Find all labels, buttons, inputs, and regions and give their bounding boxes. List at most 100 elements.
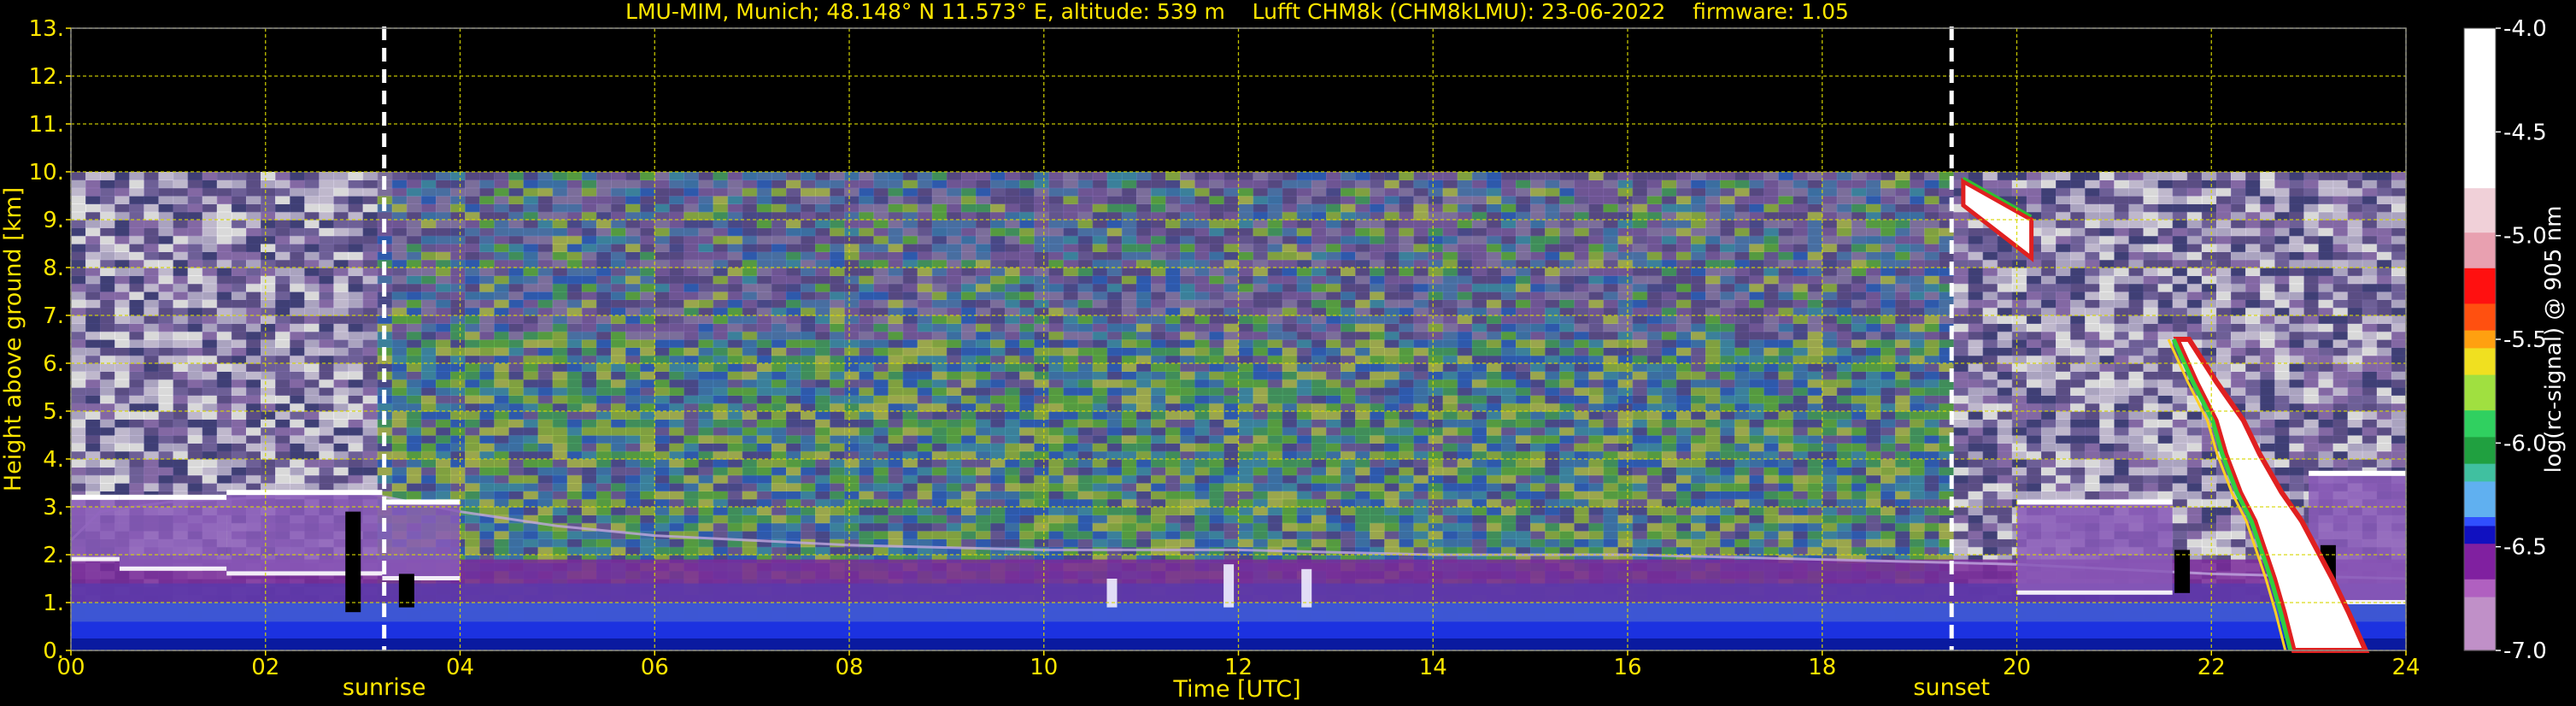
backscatter-cell <box>508 283 525 292</box>
backscatter-cell <box>362 299 378 309</box>
backscatter-cell <box>960 275 977 285</box>
backscatter-cell <box>144 467 160 476</box>
backscatter-cell <box>844 172 860 180</box>
backscatter-cell <box>1019 244 1035 252</box>
backscatter-cell <box>902 371 918 380</box>
backscatter-cell <box>1005 220 1020 228</box>
backscatter-cell <box>684 507 700 515</box>
backscatter-cell <box>114 235 130 244</box>
backscatter-cell <box>362 235 378 244</box>
backscatter-cell <box>654 315 670 324</box>
backscatter-cell <box>319 387 335 396</box>
backscatter-cell <box>1077 387 1094 396</box>
backscatter-cell <box>771 427 787 436</box>
backscatter-cell <box>231 419 247 428</box>
backscatter-cell <box>216 427 232 436</box>
backscatter-cell <box>888 507 904 515</box>
backscatter-cell <box>290 443 305 452</box>
backscatter-cell <box>785 259 801 268</box>
backscatter-cell <box>1121 435 1137 444</box>
backscatter-cell <box>1005 211 1020 221</box>
backscatter-cell <box>1194 291 1210 300</box>
backscatter-cell <box>1063 395 1079 404</box>
backscatter-cell <box>844 531 860 539</box>
backscatter-cell <box>1034 443 1050 452</box>
backscatter-cell <box>420 307 437 316</box>
backscatter-cell <box>654 515 670 524</box>
backscatter-cell <box>1106 268 1123 276</box>
backscatter-cell <box>1005 251 1020 261</box>
backscatter-cell <box>1151 291 1166 300</box>
backscatter-cell <box>1151 331 1166 340</box>
backscatter-cell <box>114 187 130 197</box>
backscatter-cell <box>1165 403 1181 412</box>
backscatter-cell <box>144 403 160 412</box>
backscatter-cell <box>1165 387 1181 396</box>
backscatter-cell <box>1135 363 1152 372</box>
backscatter-cell <box>713 172 729 180</box>
backscatter-cell <box>1077 307 1094 316</box>
backscatter-cell <box>830 459 845 468</box>
backscatter-cell <box>888 227 904 237</box>
backscatter-cell <box>640 315 655 324</box>
backscatter-cell <box>1253 235 1269 244</box>
backscatter-cell <box>1063 411 1079 420</box>
backscatter-cell <box>129 211 145 221</box>
backscatter-cell <box>596 467 612 476</box>
backscatter-cell <box>552 259 568 268</box>
backscatter-cell <box>1019 371 1035 380</box>
backscatter-cell <box>1034 498 1050 508</box>
backscatter-cell <box>960 259 977 268</box>
backscatter-cell <box>946 531 962 539</box>
backscatter-cell <box>946 307 962 316</box>
backscatter-cell <box>1005 467 1020 476</box>
backscatter-cell <box>917 331 933 340</box>
backscatter-cell <box>114 331 130 340</box>
backscatter-cell <box>1005 187 1020 197</box>
backscatter-cell <box>1048 172 1065 180</box>
backscatter-cell <box>946 347 962 356</box>
backscatter-cell <box>830 363 845 372</box>
backscatter-cell <box>801 339 816 348</box>
backscatter-cell <box>669 196 685 204</box>
backscatter-cell <box>946 467 962 476</box>
backscatter-cell <box>465 443 480 452</box>
backscatter-cell <box>465 196 480 204</box>
backscatter-cell <box>801 363 816 372</box>
backscatter-cell <box>479 244 495 252</box>
backscatter-cell <box>684 363 700 372</box>
backscatter-cell <box>114 467 130 476</box>
backscatter-cell <box>494 419 510 428</box>
backscatter-cell <box>815 443 830 452</box>
backscatter-cell <box>158 323 174 332</box>
backscatter-cell <box>1180 491 1195 500</box>
backscatter-cell <box>1121 331 1137 340</box>
backscatter-cell <box>917 363 933 372</box>
backscatter-cell <box>1106 331 1123 340</box>
backscatter-cell <box>785 363 801 372</box>
backscatter-cell <box>771 419 787 428</box>
backscatter-cell <box>917 483 933 491</box>
backscatter-cell <box>801 395 816 404</box>
backscatter-cell <box>261 347 276 356</box>
backscatter-cell <box>946 196 962 204</box>
backscatter-cell <box>1253 474 1269 484</box>
backscatter-cell <box>684 331 700 340</box>
backscatter-cell <box>523 538 539 548</box>
backscatter-cell <box>216 331 232 340</box>
backscatter-cell <box>187 299 203 309</box>
backscatter-cell <box>100 419 115 428</box>
backscatter-cell <box>348 371 364 380</box>
backscatter-cell <box>129 371 145 380</box>
backscatter-cell <box>1048 259 1065 268</box>
backscatter-cell <box>654 483 670 491</box>
backscatter-cell <box>1077 315 1094 324</box>
backscatter-cell <box>304 179 320 189</box>
backscatter-cell <box>1180 244 1195 252</box>
backscatter-cell <box>801 387 816 396</box>
backscatter-cell <box>1253 515 1269 524</box>
backscatter-cell <box>1194 187 1210 197</box>
backscatter-cell <box>1267 299 1283 309</box>
backscatter-cell <box>85 275 101 285</box>
backscatter-cell <box>1092 483 1108 491</box>
